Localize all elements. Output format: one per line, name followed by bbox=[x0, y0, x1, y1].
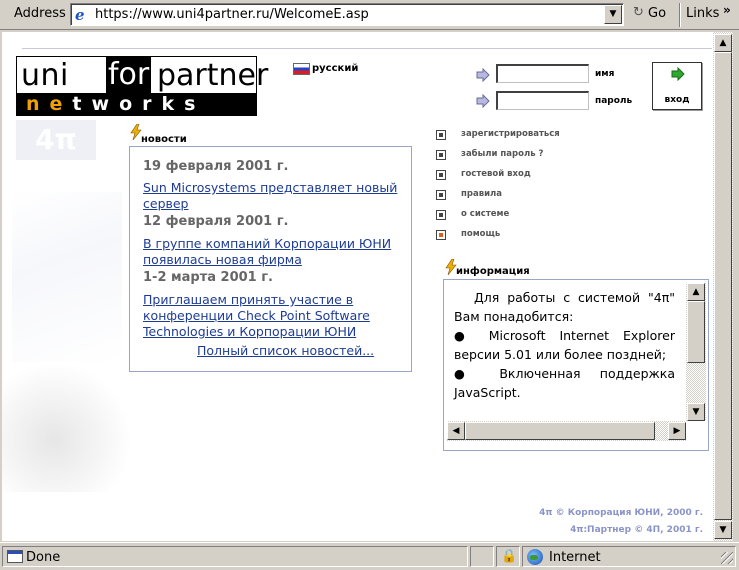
logo-letter: e bbox=[49, 93, 73, 115]
login-button[interactable]: вход bbox=[652, 62, 702, 110]
menu-item-label: помощь bbox=[461, 229, 501, 239]
ie-page-icon: e bbox=[75, 6, 85, 24]
info-horizontal-scrollbar[interactable]: ◀ ▶ bbox=[447, 421, 686, 441]
status-text: Done bbox=[26, 550, 61, 565]
all-news-link[interactable]: Полный список новостей... bbox=[197, 343, 374, 358]
address-label: Address bbox=[14, 6, 66, 21]
scroll-right-button[interactable]: ▶ bbox=[668, 422, 686, 440]
address-dropdown-button[interactable]: ▼ bbox=[604, 5, 622, 24]
logo-letter: t bbox=[72, 93, 92, 115]
scroll-down-button[interactable]: ▼ bbox=[714, 521, 732, 539]
news-date: 1-2 марта 2001 г. bbox=[143, 270, 273, 285]
menu-item-label: гостевой вход bbox=[461, 169, 531, 179]
news-link[interactable]: В группе компаний Корпорации ЮНИ появила… bbox=[143, 236, 405, 268]
password-input[interactable] bbox=[496, 91, 589, 110]
logo-letter: n bbox=[26, 93, 50, 115]
logo-word-uni: uni bbox=[21, 58, 69, 93]
news-header: новости bbox=[141, 134, 187, 145]
scroll-thumb[interactable] bbox=[687, 301, 705, 363]
login-label: вход bbox=[664, 95, 690, 105]
links-button[interactable]: Links bbox=[686, 6, 719, 21]
language-link[interactable]: русский bbox=[312, 63, 358, 74]
address-bar: Address e https://www.uni4partner.ru/Wel… bbox=[0, 0, 739, 30]
logo-letter: w bbox=[91, 93, 120, 115]
browser-window: Address e https://www.uni4partner.ru/Wel… bbox=[0, 0, 739, 570]
username-input[interactable] bbox=[496, 64, 589, 83]
resize-grip[interactable] bbox=[721, 552, 733, 564]
toolbar-separator bbox=[679, 3, 681, 27]
news-date: 19 февраля 2001 г. bbox=[143, 159, 289, 174]
background-decoration bbox=[2, 362, 132, 492]
info-text: Для работы с системой "4π" Вам понадобит… bbox=[454, 288, 675, 402]
scroll-up-button[interactable]: ▲ bbox=[714, 34, 732, 52]
status-pane bbox=[470, 546, 494, 567]
zone-pane: Internet bbox=[522, 546, 736, 567]
address-url[interactable]: https://www.uni4partner.ru/WelcomeE.asp bbox=[95, 7, 369, 22]
status-bar: Done 🔒 Internet bbox=[0, 542, 739, 570]
copyright-line: 4π © Корпорация ЮНИ, 2000 г. bbox=[539, 508, 703, 518]
info-bullet-text: Microsoft Internet Explorer версии 5.01 … bbox=[454, 328, 675, 362]
password-label: пароль bbox=[595, 96, 633, 106]
logo-wordmark: uni for partner bbox=[17, 57, 268, 93]
info-header: информация bbox=[456, 266, 530, 277]
bullet-icon bbox=[436, 150, 446, 160]
status-pane: Done bbox=[2, 546, 468, 567]
zone-text: Internet bbox=[549, 550, 601, 565]
scroll-thumb[interactable] bbox=[714, 52, 732, 520]
scroll-up-button[interactable]: ▲ bbox=[687, 283, 705, 301]
menu-item-label: правила bbox=[461, 189, 502, 199]
logo-word-partner: partner bbox=[157, 58, 269, 93]
news-panel: 19 февраля 2001 г. Sun Microsystems пред… bbox=[129, 146, 412, 372]
info-vertical-scrollbar[interactable]: ▲ ▼ bbox=[686, 283, 706, 421]
arrow-right-icon bbox=[476, 94, 490, 108]
bullet-icon bbox=[436, 170, 446, 180]
page-icon bbox=[7, 550, 23, 563]
arrow-right-icon bbox=[671, 67, 685, 81]
4pi-watermark: 4π bbox=[16, 120, 96, 160]
bullet-icon bbox=[436, 230, 446, 240]
bullet-icon bbox=[436, 190, 446, 200]
info-bullet: ● Microsoft Internet Explorer версии 5.0… bbox=[454, 328, 675, 362]
go-label: Go bbox=[648, 6, 667, 21]
address-input[interactable]: e https://www.uni4partner.ru/WelcomeE.as… bbox=[70, 3, 624, 26]
scroll-thumb[interactable] bbox=[465, 422, 655, 440]
logo-networks: networks bbox=[26, 93, 205, 115]
username-label: имя bbox=[595, 69, 615, 79]
news-link[interactable]: Приглашаем принять участие в конференции… bbox=[143, 292, 405, 340]
page-vertical-scrollbar[interactable]: ▲ ▼ bbox=[713, 32, 733, 541]
page-content: uni for partner networks 4π русский имя … bbox=[2, 32, 713, 541]
logo-letter: o bbox=[119, 93, 143, 115]
copyright-line: 4π:Партнер © 4П, 2001 г. bbox=[570, 525, 703, 535]
background-decoration bbox=[12, 192, 122, 362]
info-panel: Для работы с системой "4π" Вам понадобит… bbox=[443, 279, 709, 451]
info-bullet: ● Включенная поддержка JavaScript. bbox=[454, 366, 675, 400]
bullet-icon bbox=[436, 210, 446, 220]
info-intro: Для работы с системой "4π" Вам понадобит… bbox=[454, 290, 675, 324]
logo-letter: r bbox=[142, 93, 162, 115]
info-bullet-text: Включенная поддержка JavaScript. bbox=[454, 366, 675, 400]
logo-letter: k bbox=[161, 93, 185, 115]
scroll-down-button[interactable]: ▼ bbox=[687, 403, 705, 421]
bullet-icon bbox=[436, 130, 446, 140]
arrow-right-icon bbox=[476, 68, 490, 82]
russian-flag-icon[interactable] bbox=[293, 63, 310, 75]
scroll-left-button[interactable]: ◀ bbox=[447, 422, 465, 440]
menu-item-label: зарегистрироваться bbox=[461, 129, 560, 139]
security-pane: 🔒 bbox=[496, 546, 520, 567]
globe-icon bbox=[527, 549, 543, 565]
logo-letter: s bbox=[184, 93, 206, 115]
go-arrow-icon: ↻ bbox=[633, 5, 644, 20]
news-date: 12 февраля 2001 г. bbox=[143, 214, 289, 229]
uniforpartner-logo[interactable]: uni for partner networks bbox=[16, 56, 268, 116]
top-divider bbox=[22, 48, 712, 49]
lock-icon: 🔒 bbox=[501, 549, 518, 564]
logo-word-for: for bbox=[106, 57, 152, 93]
news-link[interactable]: Sun Microsystems представляет новый серв… bbox=[143, 180, 405, 212]
menu-item-label: о системе bbox=[461, 209, 510, 219]
menu-item-label: забыли пароль ? bbox=[461, 149, 544, 159]
go-button[interactable]: ↻ Go bbox=[631, 5, 675, 25]
chevron-right-icon[interactable]: » bbox=[723, 3, 731, 17]
